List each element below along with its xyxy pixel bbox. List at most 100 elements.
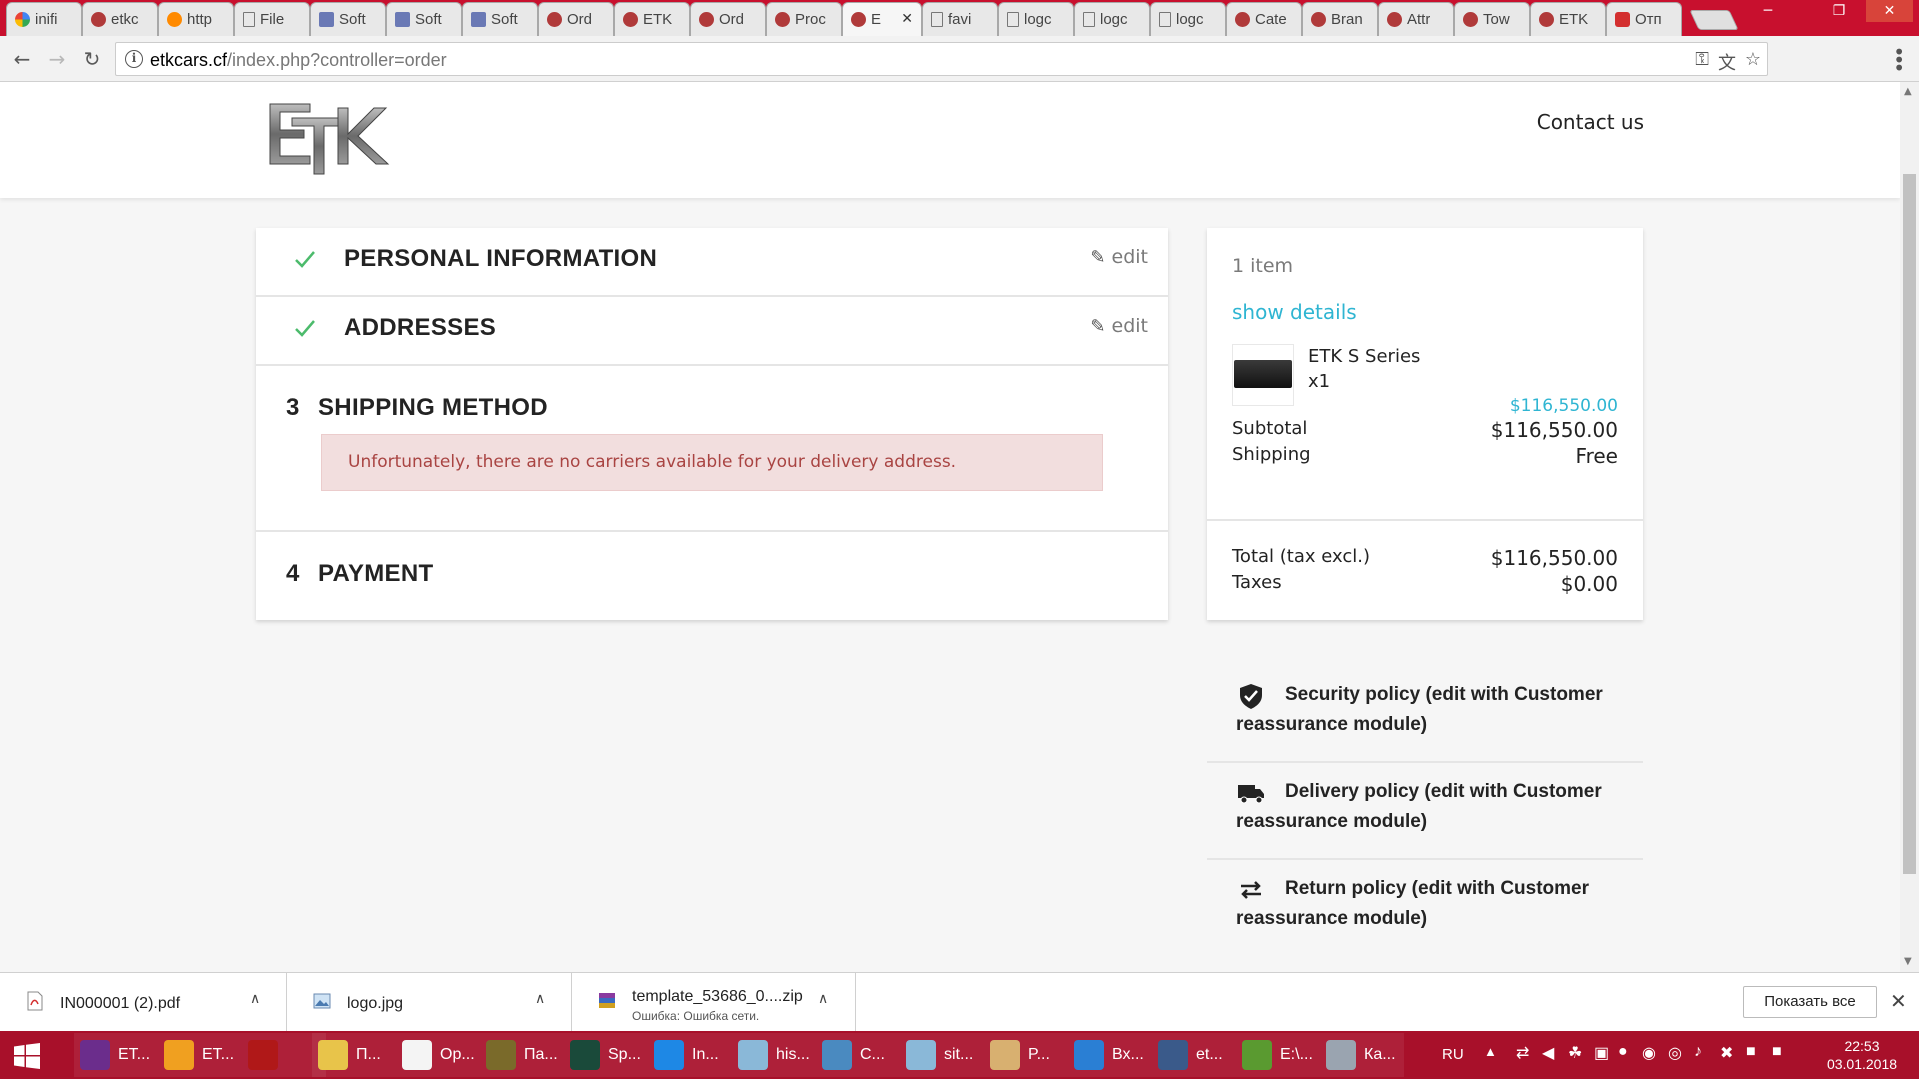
tab-close-icon[interactable]: ✕ (901, 11, 913, 27)
tray-app-icon[interactable]: ✖ (1720, 1043, 1733, 1079)
browser-tab[interactable]: Tow (1454, 2, 1530, 36)
browser-tab[interactable]: Ord (538, 2, 614, 36)
back-button[interactable]: ← (10, 47, 34, 71)
browser-tab[interactable]: Attr (1378, 2, 1454, 36)
taskbar-app-button[interactable]: Ка... (1320, 1033, 1404, 1077)
edit-addresses-link[interactable]: ✎ edit (1090, 315, 1148, 337)
tray-expand-icon[interactable]: ▲ (1484, 1044, 1497, 1079)
show-all-downloads-button[interactable]: Показать все (1743, 986, 1877, 1018)
bookmark-star-icon[interactable]: ☆ (1745, 49, 1761, 70)
tray-app-icon[interactable]: ■ (1746, 1043, 1756, 1079)
taskbar-app-button[interactable]: ET... (158, 1033, 242, 1077)
browser-menu-icon[interactable]: • • • (1893, 42, 1905, 78)
browser-tab[interactable]: logc (1074, 2, 1150, 36)
browser-tab[interactable]: etkc (82, 2, 158, 36)
page-scrollbar[interactable]: ▲ ▼ (1900, 82, 1919, 972)
browser-tab[interactable]: ETK (614, 2, 690, 36)
taskbar-app-button[interactable]: Sp... (564, 1033, 648, 1077)
windows-start-icon[interactable] (14, 1043, 40, 1069)
taskbar-app-button[interactable]: In... (648, 1033, 732, 1077)
new-tab-button[interactable] (1689, 10, 1739, 30)
browser-toolbar: ← → ↻ i etkcars.cf/index.php?controller=… (0, 36, 1919, 82)
download-item[interactable]: IN000001 (2).pdf ∧ (0, 973, 287, 1031)
chevron-up-icon[interactable]: ∧ (818, 991, 828, 1007)
tray-app-icon[interactable]: ◎ (1668, 1043, 1682, 1079)
taxes-row: Taxes $0.00 (1232, 572, 1618, 596)
product-thumbnail[interactable] (1232, 344, 1294, 406)
taskbar-app-button[interactable]: E:\... (1236, 1033, 1320, 1077)
taskbar-app-button[interactable]: Па... (480, 1033, 564, 1077)
chevron-up-icon[interactable]: ∧ (250, 991, 260, 1007)
volume-icon[interactable]: ♪ (1694, 1043, 1702, 1079)
window-close-button[interactable]: ✕ (1866, 0, 1913, 22)
tray-app-icon[interactable]: ■ (1772, 1043, 1782, 1079)
download-item[interactable]: logo.jpg ∧ (287, 973, 572, 1031)
tray-app-icon[interactable]: ◉ (1642, 1043, 1656, 1079)
show-details-link[interactable]: show details (1232, 300, 1357, 324)
browser-tab[interactable]: Proc (766, 2, 842, 36)
browser-tab[interactable]: inifi (6, 2, 82, 36)
browser-tab[interactable]: ETK (1530, 2, 1606, 36)
restore-button[interactable]: ❐ (1826, 0, 1852, 22)
no-carriers-alert: Unfortunately, there are no carriers ava… (321, 434, 1103, 491)
step-title: ADDRESSES (344, 314, 497, 341)
reload-button[interactable]: ↻ (80, 47, 104, 71)
app-label: C... (860, 1046, 885, 1063)
total-row: Total (tax excl.) $116,550.00 (1232, 546, 1618, 570)
browser-tab[interactable]: Ord (690, 2, 766, 36)
site-info-icon[interactable]: i (125, 50, 143, 68)
etk-logo[interactable] (266, 96, 390, 176)
browser-tab[interactable]: logc (998, 2, 1074, 36)
ol-icon (167, 12, 182, 27)
edit-personal-information-link[interactable]: ✎ edit (1090, 246, 1148, 268)
taskbar-app-button[interactable]: sit... (900, 1033, 984, 1077)
browser-tab[interactable]: Cate (1226, 2, 1302, 36)
chevron-up-icon[interactable]: ∧ (535, 991, 545, 1007)
scroll-up-arrow[interactable]: ▲ (1904, 86, 1912, 97)
url-text[interactable]: etkcars.cf/index.php?controller=order (150, 50, 447, 71)
browser-tab[interactable]: File (234, 2, 310, 36)
browser-tab[interactable]: Soft (462, 2, 538, 36)
translate-icon[interactable]: 文 (1718, 49, 1736, 75)
product-name[interactable]: ETK S Series (1308, 346, 1420, 367)
browser-tab[interactable]: Bran (1302, 2, 1378, 36)
browser-tab[interactable]: http (158, 2, 234, 36)
tray-app-icon[interactable]: ● (1618, 1043, 1628, 1079)
step-addresses[interactable]: ADDRESSES ✎ edit (256, 297, 1168, 366)
browser-tab[interactable]: logc (1150, 2, 1226, 36)
language-indicator[interactable]: RU (1442, 1046, 1464, 1079)
taskbar-app-button[interactable]: et... (1152, 1033, 1236, 1077)
close-downloads-icon[interactable]: ✕ (1890, 989, 1907, 1013)
scroll-thumb[interactable] (1903, 174, 1916, 874)
taskbar-app-button[interactable]: П... (312, 1033, 396, 1077)
taskbar-app-button[interactable]: P... (984, 1033, 1068, 1077)
contact-us-link[interactable]: Contact us (1537, 110, 1644, 134)
tray-network-icon[interactable]: ⇄ (1516, 1043, 1529, 1079)
step-personal-information[interactable]: PERSONAL INFORMATION ✎ edit (256, 228, 1168, 297)
tray-app-icon[interactable]: ◀ (1542, 1043, 1554, 1079)
scroll-down-arrow[interactable]: ▼ (1904, 956, 1912, 967)
app-icon (906, 1040, 936, 1070)
taskbar-app-button[interactable]: Op... (396, 1033, 480, 1077)
key-icon[interactable]: ⚿ (1695, 49, 1709, 70)
taskbar-app-button[interactable]: Вх... (1068, 1033, 1152, 1077)
tab-title: Proc (795, 11, 826, 28)
taskbar-clock[interactable]: 22:53 03.01.2018 (1822, 1037, 1902, 1073)
tray-app-icon[interactable]: ▣ (1594, 1043, 1609, 1079)
tray-app-icon[interactable]: ☘ (1568, 1043, 1582, 1079)
taskbar-app-button[interactable]: C... (816, 1033, 900, 1077)
browser-tab[interactable]: Отп (1606, 2, 1682, 36)
app-label: P... (1028, 1046, 1050, 1063)
download-item[interactable]: template_53686_0....zip Ошибка: Ошибка с… (572, 973, 856, 1031)
forward-button[interactable]: → (45, 47, 69, 71)
tab-active[interactable]: E ✕ (842, 2, 922, 36)
minimize-button[interactable]: ─ (1755, 0, 1781, 22)
browser-tab[interactable]: favi (922, 2, 998, 36)
address-bar[interactable]: i etkcars.cf/index.php?controller=order … (115, 42, 1768, 76)
browser-tab[interactable]: Soft (310, 2, 386, 36)
taskbar-app-button[interactable]: his... (732, 1033, 816, 1077)
tab-title: Ord (567, 11, 593, 28)
app-icon (990, 1040, 1020, 1070)
browser-tab[interactable]: Soft (386, 2, 462, 36)
taskbar-app-button[interactable]: ET... (74, 1033, 158, 1077)
